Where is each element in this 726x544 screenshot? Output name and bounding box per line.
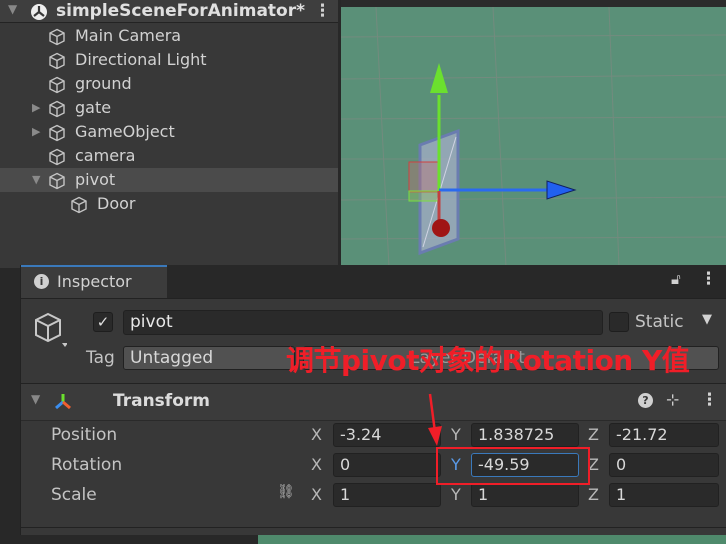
transform-icon <box>55 394 71 410</box>
more-options-icon[interactable]: ⋮ <box>701 390 718 410</box>
static-label: Static <box>635 312 684 332</box>
scene-toolbar <box>341 0 726 7</box>
hierarchy-item-label: GameObject <box>75 122 175 141</box>
unity-scene-icon <box>31 4 47 20</box>
collapsed-arrow-icon[interactable]: ▶ <box>32 120 40 144</box>
position-y-input[interactable]: 1.838725 <box>471 423 579 447</box>
scale-y-axis-label[interactable]: Y <box>451 483 461 507</box>
collapse-arrow-icon[interactable]: ▼ <box>31 392 40 406</box>
gameobject-cube-icon <box>49 124 65 142</box>
expanded-arrow-icon[interactable]: ▼ <box>32 168 40 192</box>
hierarchy-panel: ▼ simpleSceneForAnimator* ⋮ Main Camera D… <box>0 0 338 268</box>
inspector-panel: i Inspector 🔓︎ ⋮ ✓ pivot Static ▼ Tag Un… <box>20 265 726 535</box>
collapsed-arrow-icon[interactable]: ▶ <box>32 96 40 120</box>
z-axis-arrow <box>546 180 577 200</box>
hierarchy-item-label: pivot <box>75 170 116 189</box>
help-icon[interactable]: ? <box>638 393 653 408</box>
scene-header[interactable]: ▼ simpleSceneForAnimator* ⋮ <box>0 0 338 23</box>
more-options-icon[interactable]: ⋮ <box>314 0 331 22</box>
hierarchy-item[interactable]: ▶ gate <box>0 96 338 120</box>
position-y-axis-label[interactable]: Y <box>451 423 461 447</box>
gameobject-cube-icon <box>49 148 65 166</box>
scale-x-axis-label[interactable]: X <box>311 483 322 507</box>
hierarchy-item-label: Directional Light <box>75 50 207 69</box>
gameobject-cube-icon <box>49 28 65 46</box>
scale-z-axis-label[interactable]: Z <box>588 483 599 507</box>
scale-y-input[interactable]: 1 <box>471 483 579 507</box>
hierarchy-item[interactable]: camera <box>0 144 338 168</box>
tag-dropdown[interactable]: Untagged <box>123 346 295 370</box>
annotation-arrow-icon <box>428 393 442 446</box>
rotation-x-input[interactable]: 0 <box>333 453 441 477</box>
lock-icon[interactable]: 🔓︎ <box>671 270 681 288</box>
annotation-text: 调节pivot对象的Rotation Y值 <box>286 344 690 377</box>
info-icon: i <box>34 274 49 289</box>
position-label: Position <box>51 425 118 445</box>
tab-inspector[interactable]: i Inspector <box>21 265 167 298</box>
component-title: Transform <box>113 391 210 411</box>
gameobject-cube-icon <box>49 76 65 94</box>
tag-value: Untagged <box>130 348 214 368</box>
hierarchy-item-label: Main Camera <box>75 26 182 45</box>
object-name-input[interactable]: pivot <box>123 310 603 335</box>
gameobject-cube-icon <box>49 52 65 70</box>
tab-label: Inspector <box>57 272 132 291</box>
rotation-x-axis-label[interactable]: X <box>311 453 322 477</box>
presets-icon[interactable]: ⊹ <box>666 390 679 409</box>
active-checkbox[interactable]: ✓ <box>93 312 113 332</box>
hierarchy-item[interactable]: Door <box>0 192 338 216</box>
hierarchy-item[interactable]: ▶ GameObject <box>0 120 338 144</box>
hierarchy-item-label: gate <box>75 98 112 117</box>
gameobject-cube-icon <box>49 172 65 190</box>
tag-label: Tag <box>86 348 115 368</box>
scene-view[interactable] <box>341 7 726 267</box>
hierarchy-item[interactable]: ground <box>0 72 338 96</box>
static-dropdown-icon[interactable]: ▼ <box>702 312 712 327</box>
hierarchy-item[interactable]: ▼ pivot <box>0 168 338 192</box>
gameobject-cube-icon <box>49 100 65 118</box>
rotation-z-input[interactable]: 0 <box>609 453 719 477</box>
more-options-icon[interactable]: ⋮ <box>700 269 717 289</box>
scale-x-input[interactable]: 1 <box>333 483 441 507</box>
hierarchy-item[interactable]: Main Camera <box>0 24 338 48</box>
highlight-box <box>436 447 590 485</box>
scene-name: simpleSceneForAnimator* <box>56 1 306 21</box>
hierarchy-item-label: Door <box>97 194 136 213</box>
scene-gizmo[interactable] <box>341 7 726 267</box>
x-axis-handle <box>432 219 450 237</box>
position-z-input[interactable]: -21.72 <box>609 423 719 447</box>
static-checkbox[interactable] <box>609 312 629 332</box>
position-z-axis-label[interactable]: Z <box>588 423 599 447</box>
rotation-label: Rotation <box>51 455 123 475</box>
position-x-axis-label[interactable]: X <box>311 423 322 447</box>
transform-header[interactable]: ▼ Transform ? ⊹ ⋮ <box>21 383 726 421</box>
scale-z-input[interactable]: 1 <box>609 483 719 507</box>
hierarchy-item-label: ground <box>75 74 132 93</box>
hierarchy-item[interactable]: Directional Light <box>0 48 338 72</box>
scale-label: Scale <box>51 485 97 505</box>
gameobject-cube-icon[interactable] <box>33 311 67 347</box>
constrain-proportions-icon[interactable]: ⛓ <box>277 484 295 500</box>
gameobject-cube-icon <box>71 196 87 214</box>
hierarchy-item-label: camera <box>75 146 136 165</box>
collapse-arrow-icon[interactable]: ▼ <box>8 2 17 16</box>
